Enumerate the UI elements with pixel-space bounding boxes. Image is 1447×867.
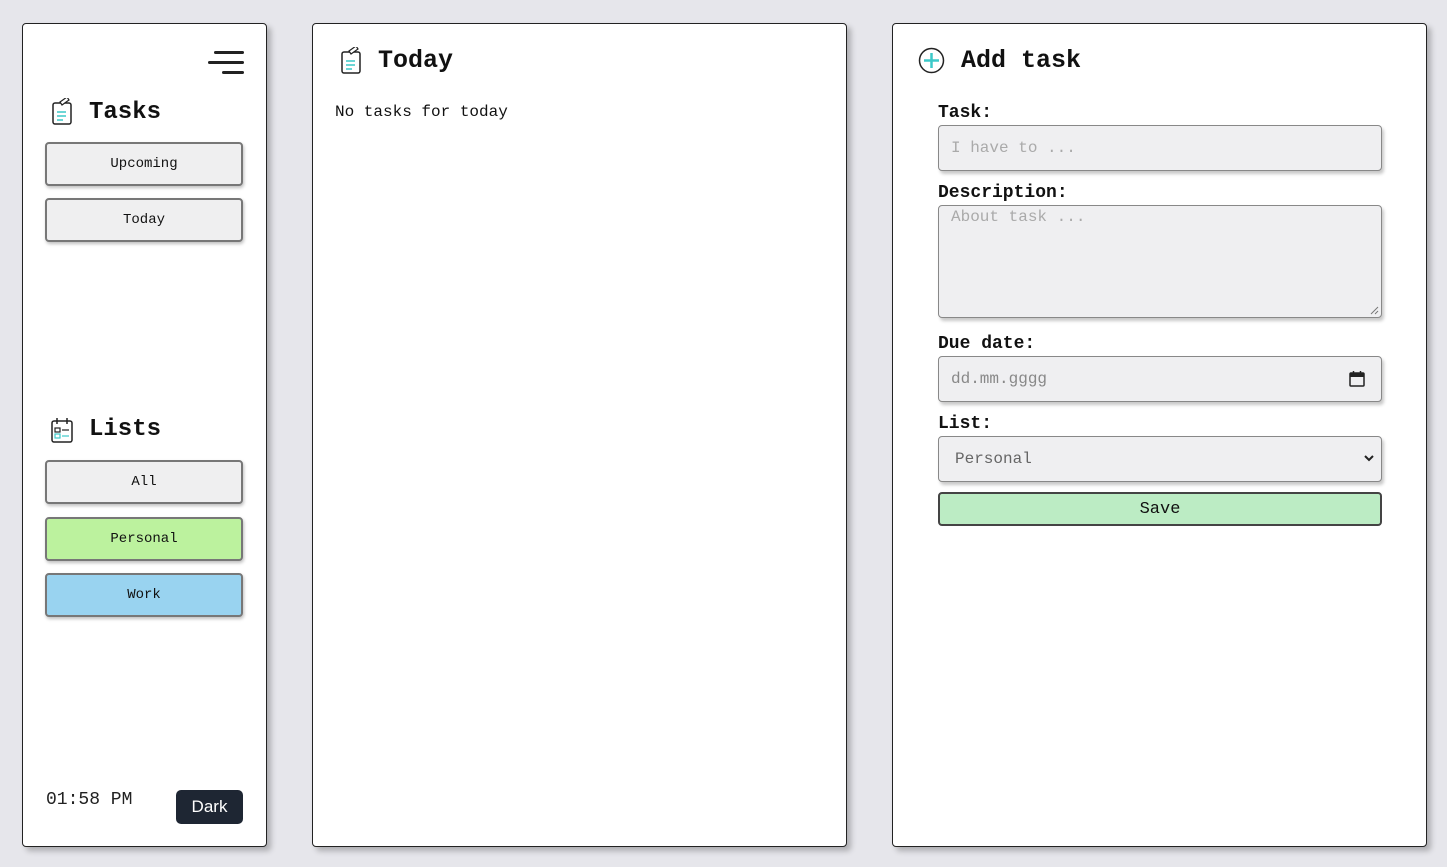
today-title-label: Today <box>378 46 454 75</box>
clock: 01:58 PM <box>46 790 133 810</box>
notepad-icon <box>52 98 72 125</box>
lists-heading: Lists <box>51 416 161 443</box>
description-label: Description: <box>938 183 1068 203</box>
add-task-title: Add task <box>918 46 1081 75</box>
due-date-placeholder: dd.mm.gggg <box>951 370 1048 388</box>
hamburger-menu-icon[interactable] <box>208 51 244 77</box>
tasks-heading-label: Tasks <box>89 98 162 126</box>
add-task-title-label: Add task <box>961 46 1082 75</box>
due-date-label: Due date: <box>938 334 1036 354</box>
nav-today-button[interactable]: Today <box>45 198 243 242</box>
list-work-button[interactable]: Work <box>45 573 243 617</box>
tasks-heading: Tasks <box>51 98 161 126</box>
list-select[interactable]: Personal <box>938 436 1382 482</box>
sidebar: Tasks Upcoming Today Lists All Personal … <box>22 23 267 847</box>
lists-heading-label: Lists <box>89 416 162 443</box>
add-circle-icon <box>918 47 945 74</box>
task-input[interactable]: I have to ... <box>938 125 1382 171</box>
due-date-input[interactable]: dd.mm.gggg <box>938 356 1382 402</box>
list-all-button[interactable]: All <box>45 460 243 504</box>
add-task-panel: Add task Task: I have to ... Description… <box>892 23 1427 847</box>
list-select-value: Personal <box>955 450 1032 468</box>
task-input-placeholder: I have to ... <box>951 139 1076 157</box>
description-textarea[interactable]: About task ... <box>938 205 1382 318</box>
nav-upcoming-button[interactable]: Upcoming <box>45 142 243 186</box>
description-placeholder: About task ... <box>951 208 1086 226</box>
task-label: Task: <box>938 103 993 123</box>
notepad-icon <box>341 46 361 74</box>
today-panel: Today No tasks for today <box>312 23 847 847</box>
calendar-list-icon <box>51 417 73 443</box>
empty-tasks-message: No tasks for today <box>335 103 508 121</box>
dark-mode-button[interactable]: Dark <box>176 790 243 824</box>
chevron-down-icon <box>1364 455 1374 462</box>
save-button[interactable]: Save <box>938 492 1382 526</box>
list-label: List: <box>938 414 993 434</box>
list-personal-button[interactable]: Personal <box>45 517 243 561</box>
calendar-icon[interactable] <box>1349 370 1365 387</box>
today-title: Today <box>340 46 453 75</box>
resize-grip-icon[interactable] <box>1369 305 1379 315</box>
